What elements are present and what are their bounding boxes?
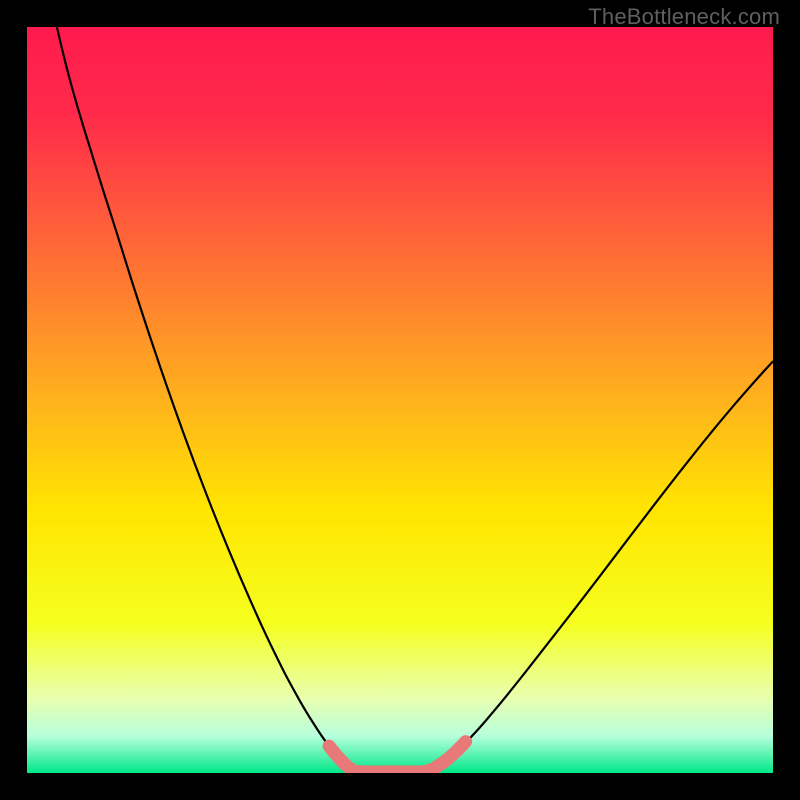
chart-svg: [27, 27, 773, 773]
gradient-background: [27, 27, 773, 773]
watermark-text: TheBottleneck.com: [588, 4, 780, 30]
chart-frame: TheBottleneck.com: [0, 0, 800, 800]
plot-area: [27, 27, 773, 773]
